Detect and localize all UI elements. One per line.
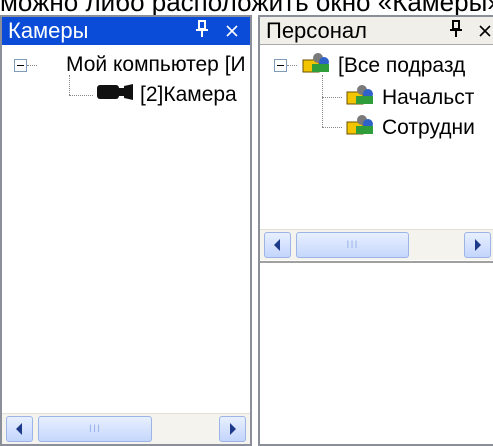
minus-expander-icon[interactable] — [274, 59, 287, 72]
tree-item-employees[interactable]: Сотрудни — [346, 112, 475, 142]
scroll-left-button[interactable] — [264, 232, 291, 258]
tree-item-all-departments[interactable]: [Все подразд — [302, 50, 465, 80]
scroll-left-button[interactable] — [6, 416, 33, 442]
close-icon[interactable] — [471, 17, 493, 44]
cameras-title: Камеры — [8, 18, 89, 43]
minus-expander-icon[interactable] — [14, 59, 27, 72]
pin-icon[interactable] — [442, 17, 470, 44]
cameras-title-bar[interactable]: Камеры — [2, 17, 250, 45]
personnel-horizontal-scrollbar[interactable]: III — [260, 229, 493, 260]
people-group-icon — [302, 50, 330, 83]
tree-item-management[interactable]: Начальст — [346, 82, 474, 112]
close-icon[interactable] — [218, 17, 246, 45]
pin-icon[interactable] — [188, 17, 216, 45]
cameras-panel: Камеры Мой компьютер [И [2]Камера III — [0, 15, 252, 446]
cameras-horizontal-scrollbar[interactable]: III — [2, 413, 250, 444]
scroll-thumb[interactable]: III — [296, 232, 409, 258]
tree-item-my-computer[interactable]: Мой компьютер [И — [66, 50, 246, 80]
tree-item-camera[interactable]: [2]Камера — [96, 80, 237, 110]
scroll-right-button[interactable] — [219, 416, 246, 442]
personnel-title: Персонал — [266, 18, 367, 43]
scroll-right-button[interactable] — [464, 232, 491, 258]
personnel-panel: Персонал [Все подразд Начальст Сотрудни — [258, 15, 493, 446]
people-group-icon — [346, 82, 374, 115]
camera-icon — [96, 80, 134, 110]
people-group-icon — [346, 112, 374, 145]
personnel-details-panel — [260, 261, 493, 444]
scroll-thumb[interactable]: III — [38, 416, 152, 442]
personnel-title-bar[interactable]: Персонал — [260, 17, 493, 45]
